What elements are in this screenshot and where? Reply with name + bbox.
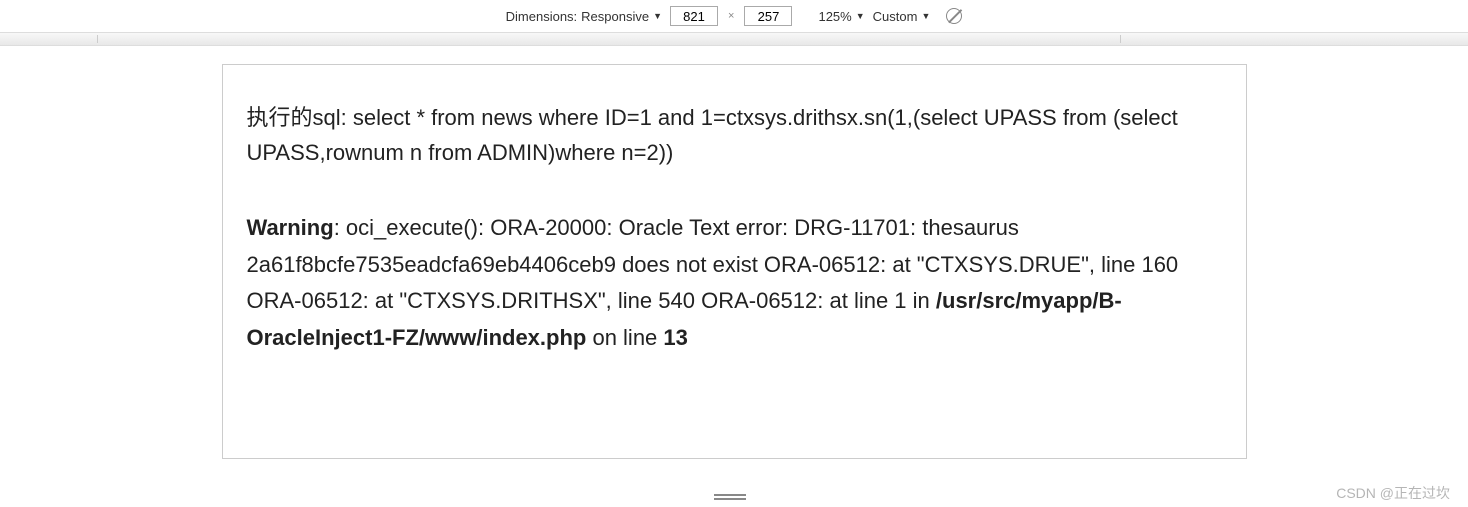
rotate-button[interactable] (946, 8, 962, 24)
dimensions-value: Responsive (581, 9, 649, 24)
sql-output: 执行的sql: select * from news where ID=1 an… (247, 100, 1222, 170)
chevron-down-icon: ▼ (653, 11, 662, 21)
warning-online: on line (586, 325, 663, 350)
viewport-area: 执行的sql: select * from news where ID=1 an… (0, 46, 1468, 487)
warning-line: 13 (663, 325, 687, 350)
width-input[interactable] (670, 6, 718, 26)
zoom-dropdown[interactable]: 125% ▼ (818, 9, 864, 24)
warning-label: Warning (247, 215, 334, 240)
zoom-value: 125% (818, 9, 851, 24)
bottom-handle-area (0, 487, 1468, 507)
dimensions-dropdown[interactable]: Dimensions: Responsive ▼ (506, 9, 662, 24)
watermark: CSDN @正在过坎 (1336, 483, 1450, 503)
chevron-down-icon: ▼ (856, 11, 865, 21)
warning-output: Warning: oci_execute(): ORA-20000: Oracl… (247, 210, 1222, 356)
sql-query: select * from news where ID=1 and 1=ctxs… (247, 105, 1178, 165)
height-input[interactable] (744, 6, 792, 26)
sql-prefix: 执行的sql: (247, 105, 353, 130)
throttle-dropdown[interactable]: Custom ▼ (873, 9, 931, 24)
dimensions-label: Dimensions: (506, 9, 578, 24)
device-toolbar: Dimensions: Responsive ▼ × 125% ▼ Custom… (0, 0, 1468, 32)
dimension-separator: × (728, 10, 734, 22)
device-frame: 执行的sql: select * from news where ID=1 an… (222, 64, 1247, 459)
rotate-icon (946, 8, 962, 24)
ruler-bar (0, 32, 1468, 46)
throttle-value: Custom (873, 9, 918, 24)
resize-handle-bottom[interactable] (714, 493, 754, 501)
chevron-down-icon: ▼ (921, 11, 930, 21)
